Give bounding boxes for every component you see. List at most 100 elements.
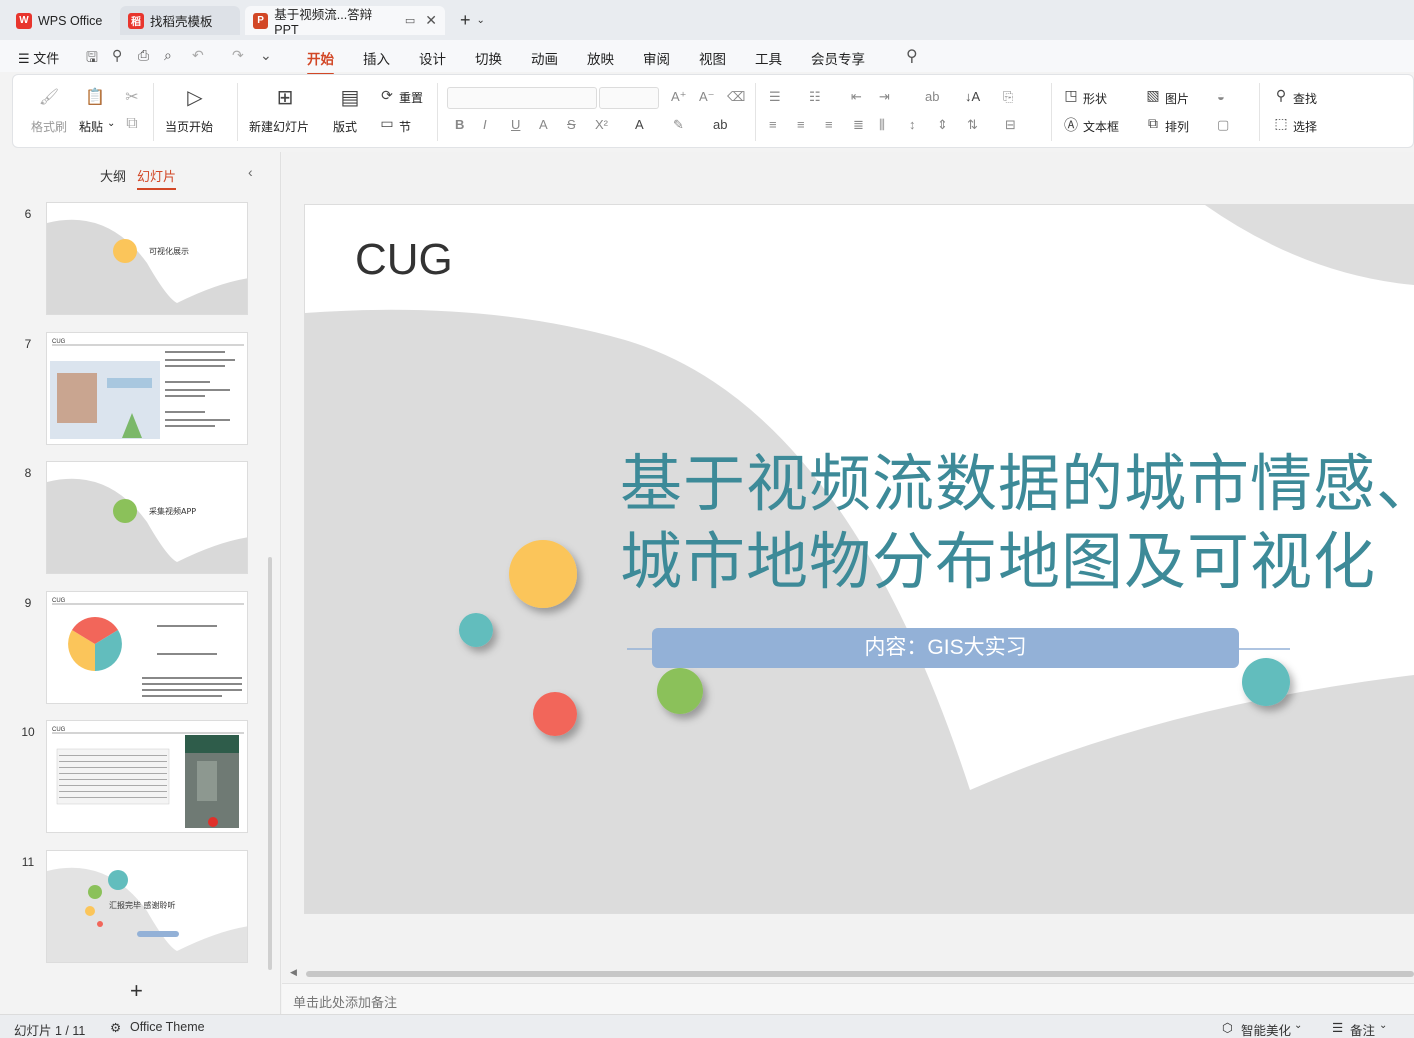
reset-button[interactable]: 重置: [399, 89, 423, 106]
line-spacing-icon[interactable]: ↕: [909, 117, 916, 132]
format-painter-button[interactable]: 格式刷: [31, 118, 67, 135]
clear-format-icon[interactable]: ⌫: [727, 89, 745, 105]
picture-button[interactable]: 图片: [1165, 90, 1189, 107]
more-icon[interactable]: ⌄: [260, 47, 272, 64]
textbox-button[interactable]: 文本框: [1083, 118, 1119, 135]
slide-thumbnail-7[interactable]: CUG: [46, 332, 248, 445]
print-icon[interactable]: ⎙: [138, 47, 149, 64]
italic-icon[interactable]: I: [483, 117, 487, 132]
slide-canvas[interactable]: CUG 基于视频流数据的城市情感、 城市地物分布地图及可视化 内容：GIS大实习: [305, 205, 1414, 913]
fill-icon[interactable]: ◒: [1217, 89, 1225, 104]
redo-icon[interactable]: ↷: [232, 47, 244, 64]
paste-button[interactable]: 粘贴: [79, 118, 103, 135]
theme-name[interactable]: Office Theme: [130, 1020, 205, 1034]
slide-thumbnail-8[interactable]: 采集视频APP: [46, 461, 248, 574]
smart-beautify-button[interactable]: 智能美化: [1241, 1020, 1291, 1038]
theme-icon: ⚙: [110, 1021, 122, 1035]
slide-thumbnail-11[interactable]: 汇报完毕 感谢聆听: [46, 850, 248, 963]
window-icon[interactable]: ▭: [405, 14, 415, 27]
tab-current-document[interactable]: P 基于视频流...答辩PPT ▭ ✕: [245, 6, 445, 37]
tab-transition[interactable]: 切换: [475, 48, 502, 68]
select-button[interactable]: 选择: [1293, 118, 1317, 135]
bold-icon[interactable]: B: [455, 117, 464, 132]
notes-pane[interactable]: 单击此处添加备注: [282, 983, 1414, 1014]
scrollbar-thumb[interactable]: [306, 971, 1414, 977]
undo-icon[interactable]: ↶: [192, 47, 204, 64]
increase-indent-icon[interactable]: ⇥: [879, 89, 890, 105]
chevron-down-icon[interactable]: ⌄: [1379, 1020, 1387, 1031]
chevron-down-icon[interactable]: ⌄: [1294, 1020, 1302, 1031]
font-color-icon[interactable]: A: [635, 117, 644, 132]
tab-tools[interactable]: 工具: [755, 48, 782, 68]
bullets-icon[interactable]: ☰: [769, 89, 781, 105]
tab-daoke-templates[interactable]: 稻 找稻壳模板: [120, 6, 240, 35]
slide-thumbnail-6[interactable]: 可视化展示: [46, 202, 248, 315]
increase-font-icon[interactable]: A⁺: [671, 89, 687, 105]
close-tab-icon[interactable]: ✕: [425, 12, 437, 29]
chevron-down-icon[interactable]: ⌄: [477, 15, 485, 26]
link-icon[interactable]: ⚲: [112, 47, 122, 64]
slide-thumbnail-9[interactable]: CUG: [46, 591, 248, 704]
layout-button[interactable]: 版式: [333, 118, 357, 135]
file-menu[interactable]: ☰ 文件: [18, 48, 59, 67]
strikethrough-icon[interactable]: S: [567, 117, 576, 132]
char-spacing-icon[interactable]: ab: [713, 117, 727, 132]
shape-button[interactable]: 形状: [1083, 90, 1107, 107]
tab-review[interactable]: 审阅: [643, 48, 670, 68]
tab-wps-office[interactable]: W WPS Office: [8, 6, 114, 35]
shadow-icon[interactable]: A: [539, 117, 548, 132]
convert-icon[interactable]: ⎘: [1003, 89, 1013, 105]
tab-design[interactable]: 设计: [419, 48, 446, 68]
print-preview-icon[interactable]: ⌕: [164, 47, 172, 64]
slide-logo-text[interactable]: CUG: [355, 235, 453, 285]
text-direction-icon[interactable]: ab: [925, 89, 939, 104]
save-icon[interactable]: 🖫: [86, 47, 98, 71]
slide-thumbnail-10[interactable]: CUG: [46, 720, 248, 833]
search-icon[interactable]: ⚲: [906, 46, 918, 66]
new-slide-button[interactable]: 新建幻灯片: [249, 118, 309, 135]
font-family-select[interactable]: [447, 87, 597, 109]
tab-view[interactable]: 视图: [699, 48, 726, 68]
numbering-icon[interactable]: ☷: [809, 89, 821, 105]
slide-subtitle[interactable]: 内容：GIS大实习: [652, 628, 1239, 668]
superscript-icon[interactable]: X²: [595, 117, 608, 132]
panel-scrollbar[interactable]: [268, 557, 272, 970]
scroll-left-icon[interactable]: ◀: [290, 967, 297, 978]
justify-icon[interactable]: ≣: [853, 117, 864, 133]
underline-icon[interactable]: U: [511, 117, 520, 132]
tab-animation[interactable]: 动画: [531, 48, 558, 68]
decrease-indent-icon[interactable]: ⇤: [851, 89, 862, 105]
outline-tab[interactable]: 大纲: [100, 166, 126, 185]
align-left-icon[interactable]: ≡: [769, 117, 777, 132]
align-right-icon[interactable]: ≡: [825, 117, 833, 132]
slide-title[interactable]: 基于视频流数据的城市情感、 城市地物分布地图及可视化: [620, 445, 1414, 601]
slides-tab[interactable]: 幻灯片: [137, 166, 177, 190]
decrease-font-icon[interactable]: A⁻: [699, 89, 715, 105]
align-center-icon[interactable]: ≡: [797, 117, 805, 132]
play-from-current-button[interactable]: 当页开始: [165, 118, 213, 135]
find-button[interactable]: 查找: [1293, 90, 1317, 107]
paragraph-spacing-icon[interactable]: ⇕: [937, 117, 948, 133]
tab-insert[interactable]: 插入: [363, 48, 390, 68]
arrange-button[interactable]: 排列: [1165, 118, 1189, 135]
distribute-icon[interactable]: ⫼: [879, 117, 885, 133]
font-size-select[interactable]: [599, 87, 659, 109]
highlight-icon[interactable]: ✎: [673, 117, 684, 133]
vertical-align-icon[interactable]: ⇅: [967, 117, 978, 133]
copy-icon[interactable]: ⧉: [121, 115, 143, 133]
tab-member[interactable]: 会员专享: [811, 48, 865, 68]
notes-toggle-button[interactable]: 备注: [1350, 1020, 1375, 1038]
paste-chevron-icon[interactable]: ⌄: [107, 118, 115, 129]
collapse-panel-icon[interactable]: ‹: [248, 164, 253, 180]
new-tab-button[interactable]: + ⌄: [452, 6, 502, 35]
tab-home[interactable]: 开始: [307, 48, 334, 75]
sort-icon[interactable]: ↓A: [965, 89, 980, 104]
outline-icon[interactable]: ▢: [1217, 117, 1229, 133]
tab-slideshow[interactable]: 放映: [587, 48, 614, 68]
tab-label: 基于视频流...答辩PPT: [274, 8, 373, 37]
add-slide-button[interactable]: +: [130, 978, 143, 1004]
columns-icon[interactable]: ⊟: [1005, 117, 1016, 133]
cut-icon[interactable]: ✂: [121, 87, 143, 107]
horizontal-scrollbar[interactable]: ◀: [290, 967, 1414, 981]
section-button[interactable]: 节: [399, 118, 411, 135]
